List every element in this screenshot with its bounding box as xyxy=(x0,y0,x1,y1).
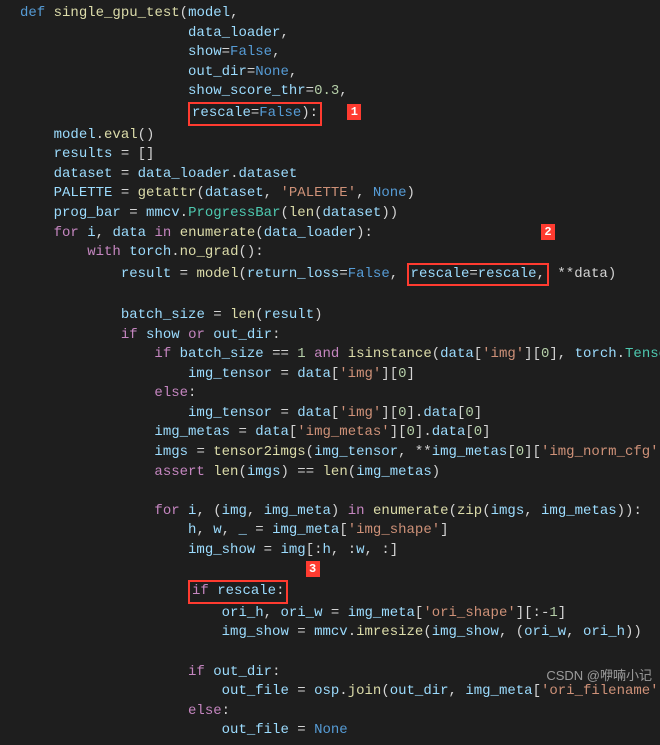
code-editor[interactable]: def single_gpu_test(model, data_loader, … xyxy=(0,0,660,745)
watermark: CSDN @咿喃小记 xyxy=(546,667,652,685)
highlight-box-3: if rescale: xyxy=(188,580,288,604)
annotation-3: 3 xyxy=(306,561,320,577)
highlight-box-2: rescale=rescale, xyxy=(407,263,549,287)
annotation-2: 2 xyxy=(541,224,555,240)
function-name: single_gpu_test xyxy=(54,5,180,21)
keyword-def: def xyxy=(20,5,45,21)
highlight-box-1: rescale=False): xyxy=(188,102,322,126)
annotation-1: 1 xyxy=(347,104,361,120)
